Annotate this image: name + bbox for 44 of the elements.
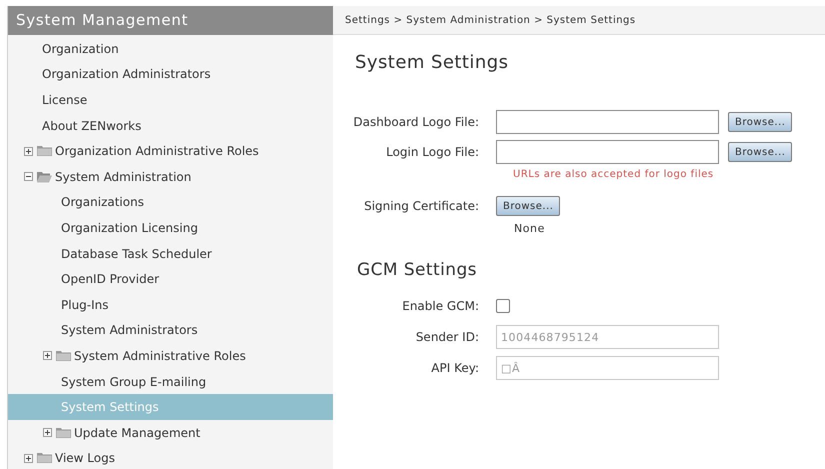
page-title: System Settings <box>355 51 508 75</box>
tree-item[interactable]: System Administrative Roles <box>8 343 333 369</box>
section-title: GCM Settings <box>357 258 477 282</box>
tree-item[interactable]: Organizations <box>8 190 333 216</box>
tree-item[interactable]: System Administrators <box>8 318 333 344</box>
folder-icon <box>37 452 52 464</box>
tree-item[interactable]: Plug-Ins <box>8 292 333 318</box>
enable-checkbox[interactable] <box>496 299 510 313</box>
tree-item[interactable]: License <box>8 87 333 113</box>
tree-item[interactable]: Organization Licensing <box>8 215 333 241</box>
expand-icon[interactable] <box>24 454 33 463</box>
hint-text: URLs are also accepted for logo files <box>513 168 714 182</box>
folder-icon <box>56 350 71 362</box>
field-label: Signing Certificate: <box>364 199 479 213</box>
collapse-icon[interactable] <box>24 172 33 182</box>
expand-icon[interactable] <box>43 428 52 438</box>
field-label: Sender ID: <box>416 330 479 344</box>
file-path-field[interactable] <box>496 110 719 134</box>
breadcrumb: Settings > System Administration > System Settings <box>333 6 825 35</box>
tree-item[interactable]: Organization Administrators <box>8 62 333 88</box>
folder-icon <box>56 426 71 439</box>
tree-item[interactable]: System Group E-mailing <box>8 368 333 394</box>
expand-icon[interactable] <box>24 146 33 156</box>
folder-icon <box>37 145 52 158</box>
field-label: API Key: <box>431 361 479 375</box>
sidebar-title: System Management <box>8 6 333 35</box>
browse-button[interactable]: Browse... <box>728 142 792 162</box>
expand-icon[interactable] <box>43 351 52 360</box>
tree-item[interactable]: Database Task Scheduler <box>8 240 333 266</box>
tree-item[interactable]: View Logs <box>8 446 333 469</box>
tree-item[interactable]: System Administration <box>8 164 333 190</box>
status-text: None <box>514 221 545 237</box>
tree-item[interactable]: About ZENworks <box>8 112 333 138</box>
tree-item[interactable]: Update Management <box>8 420 333 446</box>
tree-item[interactable]: Organization <box>8 36 333 62</box>
field-label: Enable GCM: <box>402 299 479 313</box>
tree-item[interactable]: OpenID Provider <box>8 266 333 292</box>
tree-item[interactable]: Organization Administrative Roles <box>8 138 333 164</box>
field-label: Dashboard Logo File: <box>353 115 479 129</box>
folder-icon <box>37 170 52 183</box>
file-path-field[interactable] <box>496 140 719 164</box>
field-label: Login Logo File: <box>386 145 479 159</box>
browse-button[interactable]: Browse... <box>496 196 560 216</box>
browse-button[interactable]: Browse... <box>728 112 792 132</box>
